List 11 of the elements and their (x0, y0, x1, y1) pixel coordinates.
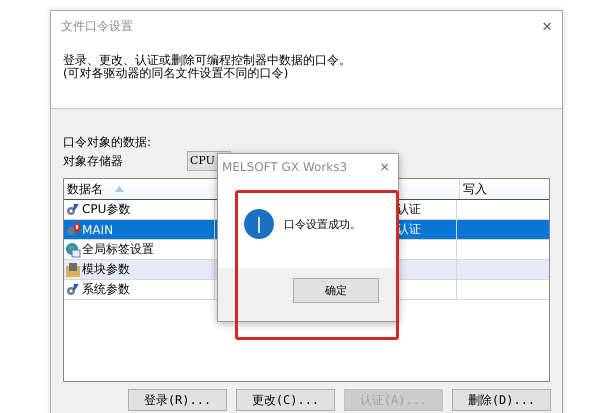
description-text: 登录、更改、认证或删除可编程控制器中数据的口令。 (63, 54, 352, 67)
data-name-cell: CPU参数 (82, 201, 130, 218)
section-label: 口令对象的数据: (63, 135, 152, 149)
data-name-cell: MAIN (82, 222, 114, 236)
data-name-cell: 模块参数 (82, 261, 130, 278)
window-title: 文件口令设置 (61, 18, 133, 35)
data-name-cell: 系统参数 (82, 281, 130, 298)
data-name-cell: 全局标签设置 (82, 241, 154, 258)
field-label: 对象存储器 (63, 152, 124, 170)
description-text: (可对各驱动器的同名文件设置不同的口令) (63, 67, 290, 80)
message-text: 口令设置成功。 (284, 217, 361, 232)
